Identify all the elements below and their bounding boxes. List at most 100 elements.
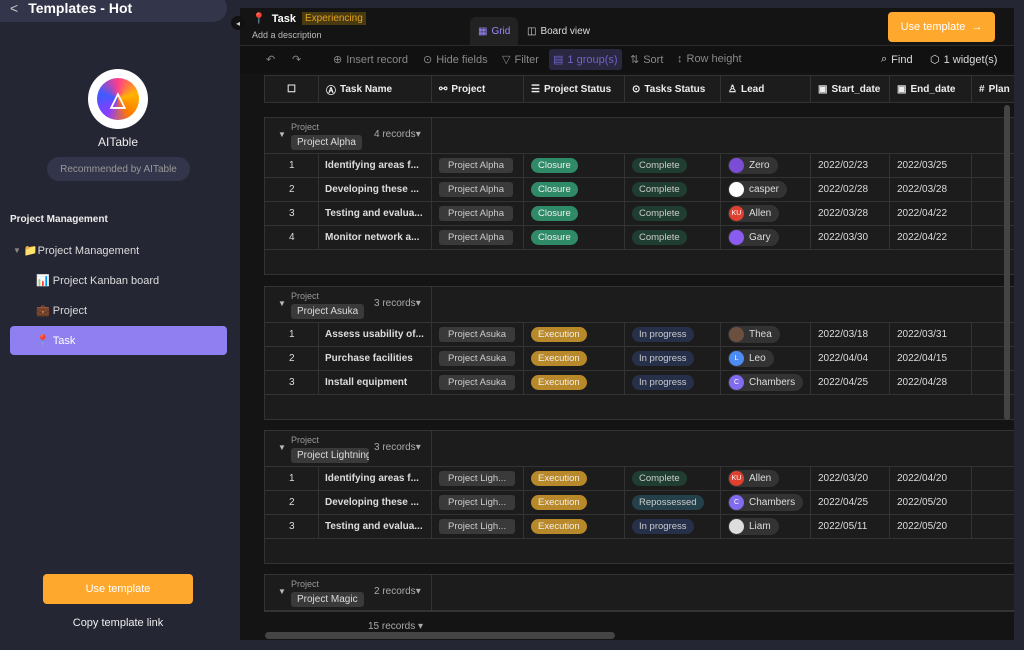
project-status-cell[interactable]: Execution — [524, 371, 625, 394]
task-name-cell[interactable]: Developing these ... — [319, 178, 432, 201]
task-name-cell[interactable]: Developing these ... — [319, 491, 432, 514]
hide-fields-button[interactable]: ⊙ Hide fields — [423, 53, 488, 67]
tasks-status-cell[interactable]: Complete — [625, 202, 721, 225]
find-button[interactable]: ⌕ Find — [881, 53, 913, 66]
lead-cell[interactable]: L Leo — [721, 347, 811, 370]
project-status-cell[interactable]: Closure — [524, 178, 625, 201]
start-date-cell[interactable]: 2022/04/25 — [811, 371, 890, 394]
plan-cell[interactable] — [972, 467, 1014, 490]
start-date-cell[interactable]: 2022/03/30 — [811, 226, 890, 249]
collapse-group-icon[interactable]: ▼ — [278, 443, 286, 452]
lead-cell[interactable]: Gary — [721, 226, 811, 249]
group-button[interactable]: ▤ 1 group(s) — [549, 49, 622, 70]
project-cell[interactable]: Project Alpha — [432, 226, 524, 249]
project-cell[interactable]: Project Asuka — [432, 371, 524, 394]
sidebar-item-task[interactable]: 📍 Task — [10, 326, 227, 355]
project-status-cell[interactable]: Closure — [524, 202, 625, 225]
column-task-name[interactable]: Ⓐ Task Name — [319, 76, 432, 103]
add-record-row[interactable] — [265, 250, 1014, 274]
project-cell[interactable]: Project Alpha — [432, 154, 524, 177]
project-status-cell[interactable]: Closure — [524, 154, 625, 177]
tasks-status-cell[interactable]: Complete — [625, 226, 721, 249]
project-cell[interactable]: Project Asuka — [432, 323, 524, 346]
start-date-cell[interactable]: 2022/02/28 — [811, 178, 890, 201]
project-status-cell[interactable]: Execution — [524, 491, 625, 514]
table-row[interactable]: 1 Identifying areas f... Project Alpha Clos… — [265, 154, 1014, 178]
insert-record-button[interactable]: ⊕ Insert record — [333, 53, 408, 67]
vertical-scrollbar[interactable] — [1004, 105, 1010, 420]
add-record-row[interactable] — [265, 395, 1014, 419]
task-name-cell[interactable]: Identifying areas f... — [319, 154, 432, 177]
select-all-checkbox[interactable]: ☐ — [265, 76, 319, 103]
plan-cell[interactable] — [972, 491, 1014, 514]
lead-cell[interactable]: KU Allen — [721, 467, 811, 490]
tasks-status-cell[interactable]: In progress — [625, 515, 721, 538]
task-name-cell[interactable]: Monitor network a... — [319, 226, 432, 249]
table-row[interactable]: 3 Install equipment Project Asuka Execution… — [265, 371, 1014, 395]
end-date-cell[interactable]: 2022/03/28 — [890, 178, 972, 201]
table-row[interactable]: 3 Testing and evalua... Project Ligh... Exe… — [265, 515, 1014, 539]
project-cell[interactable]: Project Alpha — [432, 178, 524, 201]
tab-board-view[interactable]: ◫ Board view — [519, 17, 598, 45]
end-date-cell[interactable]: 2022/04/15 — [890, 347, 972, 370]
group-record-count[interactable]: 3 records▾ — [374, 442, 421, 453]
task-name-cell[interactable]: Assess usability of... — [319, 323, 432, 346]
task-name-cell[interactable]: Testing and evalua... — [319, 515, 432, 538]
end-date-cell[interactable]: 2022/04/20 — [890, 467, 972, 490]
tasks-status-cell[interactable]: In progress — [625, 323, 721, 346]
table-row[interactable]: 1 Assess usability of... Project Asuka Exec… — [265, 323, 1014, 347]
lead-cell[interactable]: Zero — [721, 154, 811, 177]
table-row[interactable]: 4 Monitor network a... Project Alpha Closur… — [265, 226, 1014, 250]
task-name-cell[interactable]: Install equipment — [319, 371, 432, 394]
lead-cell[interactable]: Liam — [721, 515, 811, 538]
column-tasks-status[interactable]: ⊙ Tasks Status — [625, 76, 721, 103]
end-date-cell[interactable]: 2022/04/22 — [890, 226, 972, 249]
column-end-date[interactable]: ▣ End_date — [890, 76, 972, 103]
start-date-cell[interactable]: 2022/03/28 — [811, 202, 890, 225]
widgets-button[interactable]: ⬡ 1 widget(s) — [930, 53, 997, 67]
group-record-count[interactable]: 4 records▾ — [374, 129, 421, 140]
tasks-status-cell[interactable]: Repossessed — [625, 491, 721, 514]
table-row[interactable]: 3 Testing and evalua... Project Alpha Closu… — [265, 202, 1014, 226]
end-date-cell[interactable]: 2022/05/20 — [890, 515, 972, 538]
tasks-status-cell[interactable]: In progress — [625, 371, 721, 394]
task-name-cell[interactable]: Testing and evalua... — [319, 202, 432, 225]
column-lead[interactable]: ♙ Lead — [721, 76, 811, 103]
project-status-cell[interactable]: Execution — [524, 347, 625, 370]
copy-template-link[interactable]: Copy template link — [0, 617, 236, 629]
project-cell[interactable]: Project Ligh... — [432, 467, 524, 490]
use-template-button[interactable]: Use template — [43, 574, 193, 604]
table-row[interactable]: 2 Developing these ... Project Alpha Closur… — [265, 178, 1014, 202]
table-row[interactable]: 1 Identifying areas f... Project Ligh... Ex… — [265, 467, 1014, 491]
project-status-cell[interactable]: Execution — [524, 467, 625, 490]
end-date-cell[interactable]: 2022/04/22 — [890, 202, 972, 225]
group-record-count[interactable]: 3 records▾ — [374, 298, 421, 309]
add-record-row[interactable] — [265, 539, 1014, 563]
tasks-status-cell[interactable]: Complete — [625, 154, 721, 177]
filter-button[interactable]: ▽ Filter — [502, 53, 539, 67]
sidebar-item-project-management-folder[interactable]: ▼ 📁 Project Management — [10, 236, 227, 265]
start-date-cell[interactable]: 2022/02/23 — [811, 154, 890, 177]
table-row[interactable]: 2 Developing these ... Project Ligh... Exec… — [265, 491, 1014, 515]
column-project-status[interactable]: ☰ Project Status — [524, 76, 625, 103]
start-date-cell[interactable]: 2022/03/20 — [811, 467, 890, 490]
row-height-button[interactable]: ↕ Row height — [677, 53, 742, 65]
sidebar-item-project[interactable]: 💼 Project — [10, 296, 227, 325]
end-date-cell[interactable]: 2022/05/20 — [890, 491, 972, 514]
collapse-group-icon[interactable]: ▼ — [278, 299, 286, 308]
lead-cell[interactable]: C Chambers — [721, 371, 811, 394]
back-button[interactable]: < Templates - Hot — [0, 0, 227, 22]
end-date-cell[interactable]: 2022/03/25 — [890, 154, 972, 177]
start-date-cell[interactable]: 2022/04/25 — [811, 491, 890, 514]
lead-cell[interactable]: casper — [721, 178, 811, 201]
horizontal-scrollbar[interactable] — [265, 632, 615, 639]
sidebar-item-kanban[interactable]: 📊 Project Kanban board — [10, 266, 227, 295]
use-template-header-button[interactable]: Use template → — [888, 12, 995, 42]
sort-button[interactable]: ⇅ Sort — [630, 53, 663, 67]
lead-cell[interactable]: KU Allen — [721, 202, 811, 225]
table-row[interactable]: 2 Purchase facilities Project Asuka Executi… — [265, 347, 1014, 371]
lead-cell[interactable]: Thea — [721, 323, 811, 346]
redo-icon[interactable]: ↷ — [292, 53, 301, 66]
description-link[interactable]: Add a description — [252, 30, 322, 40]
collapse-sidebar-icon[interactable]: ◂ — [231, 16, 245, 30]
